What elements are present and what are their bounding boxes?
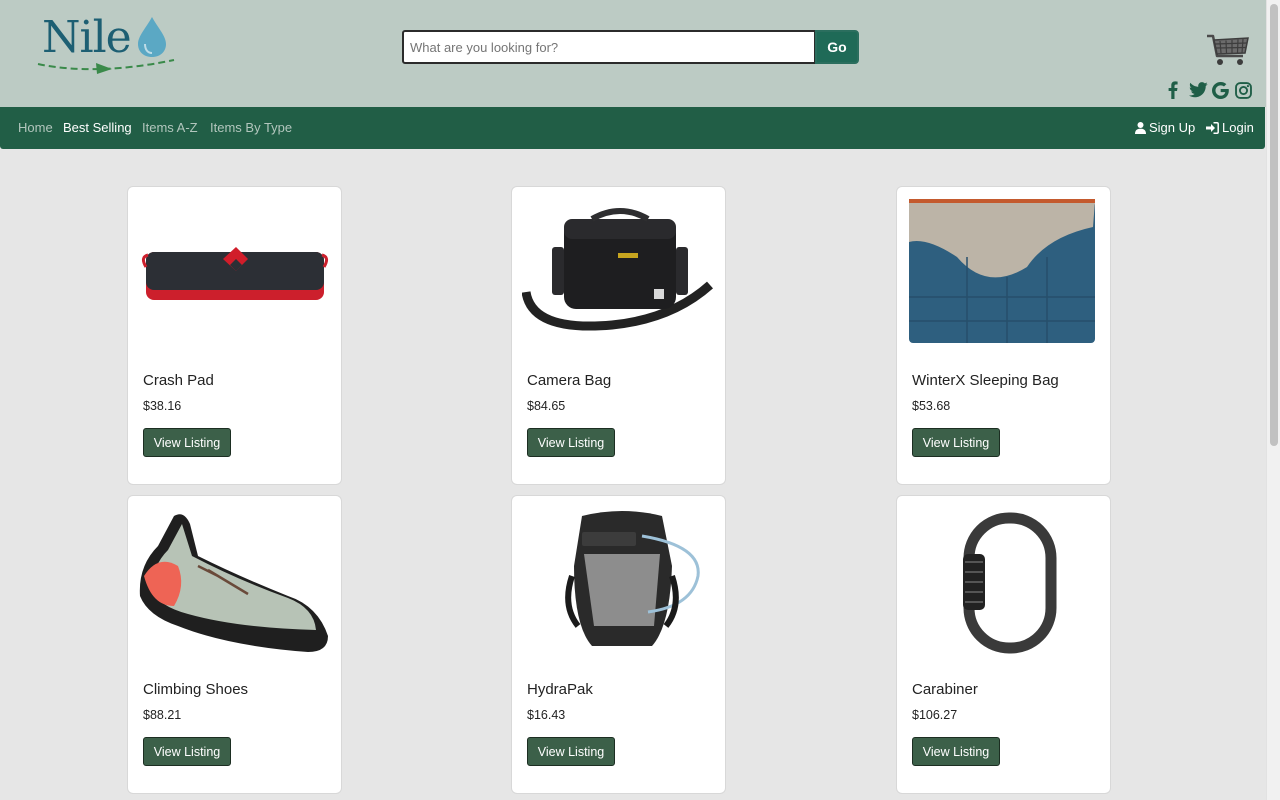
product-card-camera-bag: Camera Bag $84.65 View Listing: [511, 186, 726, 485]
view-listing-button[interactable]: View Listing: [527, 737, 615, 766]
search-go-button[interactable]: Go: [815, 30, 859, 64]
login-link[interactable]: Login: [1206, 120, 1254, 135]
product-price: $106.27: [912, 708, 958, 722]
view-listing-button[interactable]: View Listing: [912, 737, 1000, 766]
view-listing-button[interactable]: View Listing: [143, 737, 231, 766]
site-header: Nile Go: [0, 0, 1266, 107]
product-name[interactable]: Climbing Shoes: [143, 681, 248, 698]
signup-label: Sign Up: [1149, 120, 1196, 135]
product-card-carabiner: Carabiner $106.27 View Listing: [896, 495, 1111, 794]
view-listing-button[interactable]: View Listing: [912, 428, 1000, 457]
instagram-icon[interactable]: [1234, 80, 1252, 100]
nav-items-a-z[interactable]: Items A-Z: [142, 120, 198, 135]
product-price: $53.68: [912, 399, 951, 413]
page-scrollbar[interactable]: [1266, 0, 1280, 800]
product-name[interactable]: Crash Pad: [143, 372, 214, 389]
signup-link[interactable]: Sign Up: [1135, 120, 1195, 135]
google-icon[interactable]: [1211, 80, 1229, 100]
user-icon: [1135, 121, 1146, 134]
product-name[interactable]: Camera Bag: [527, 372, 611, 389]
hydration-pack-image: [522, 506, 716, 656]
crash-pad-image: [138, 197, 332, 347]
nav-items-by-type[interactable]: Items By Type: [210, 120, 292, 135]
view-listing-button[interactable]: View Listing: [143, 428, 231, 457]
login-label: Login: [1222, 120, 1254, 135]
product-card-sleeping-bag: WinterX Sleeping Bag $53.68 View Listing: [896, 186, 1111, 485]
search-input[interactable]: [402, 30, 816, 64]
product-price: $84.65: [527, 399, 566, 413]
product-price: $16.43: [527, 708, 566, 722]
view-listing-button[interactable]: View Listing: [527, 428, 615, 457]
sign-in-icon: [1206, 121, 1219, 134]
product-price: $38.16: [143, 399, 182, 413]
product-name[interactable]: HydraPak: [527, 681, 593, 698]
sleeping-bag-image: [907, 197, 1101, 347]
product-card-climbing-shoes: Climbing Shoes $88.21 View Listing: [127, 495, 342, 794]
product-name[interactable]: Carabiner: [912, 681, 978, 698]
product-card-crash-pad: Crash Pad $38.16 View Listing: [127, 186, 342, 485]
product-card-hydrapak: HydraPak $16.43 View Listing: [511, 495, 726, 794]
carabiner-image: [907, 506, 1101, 656]
cart-icon[interactable]: [1206, 32, 1250, 68]
scrollbar-thumb[interactable]: [1270, 4, 1278, 446]
camera-bag-image: [522, 197, 716, 347]
search-bar: Go: [402, 30, 859, 64]
product-name[interactable]: WinterX Sleeping Bag: [912, 372, 1059, 389]
nav-home[interactable]: Home: [18, 120, 53, 135]
logo-text: Nile: [42, 12, 132, 63]
twitter-icon[interactable]: [1188, 80, 1208, 100]
climbing-shoe-image: [138, 506, 332, 656]
product-price: $88.21: [143, 708, 182, 722]
main-navbar: Home Best Selling Items A-Z Items By Typ…: [0, 107, 1265, 149]
facebook-icon[interactable]: [1166, 80, 1180, 100]
nile-logo[interactable]: Nile: [36, 12, 178, 76]
nav-best-selling[interactable]: Best Selling: [63, 120, 132, 135]
